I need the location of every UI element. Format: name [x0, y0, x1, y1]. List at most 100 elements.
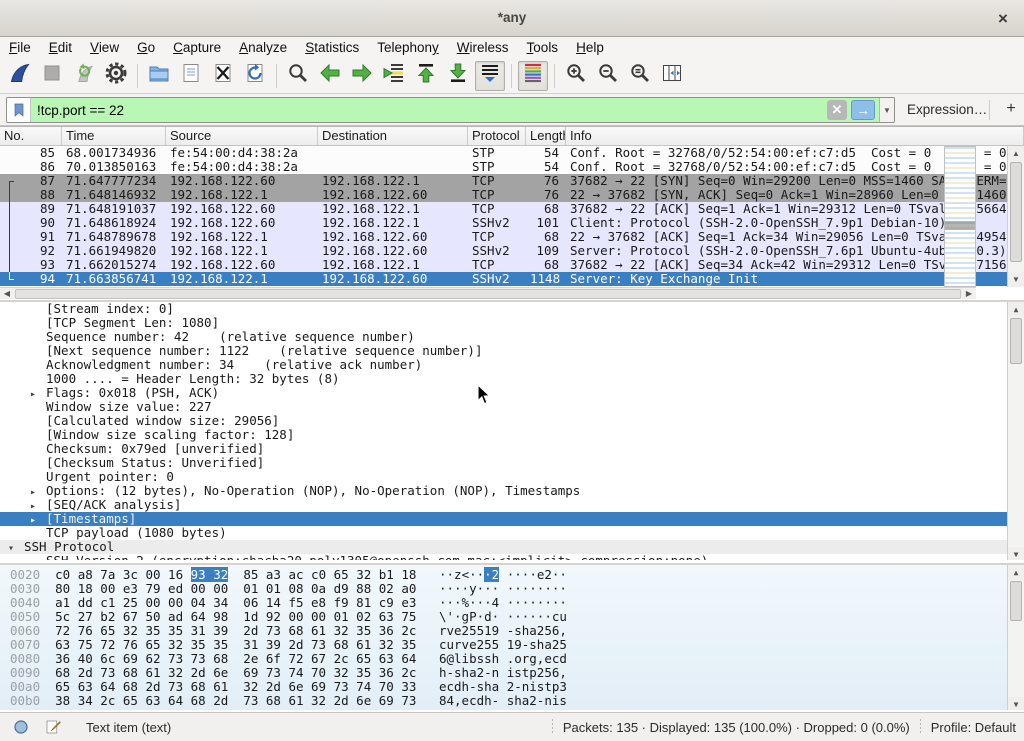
hex-row-0020[interactable]: 0020 c0 a8 7a 3c 00 16 93 32 85 a3 ac c0… — [0, 568, 1024, 582]
detail-line[interactable]: Checksum: 0x79ed [unverified] — [0, 442, 1024, 456]
scroll-up-icon[interactable]: ▲ — [1008, 146, 1024, 161]
packet-row-86[interactable]: 8670.013850163fe:54:00:d4:38:2aSTP54Conf… — [0, 160, 1024, 174]
stop-capture-button[interactable] — [37, 61, 67, 91]
column-header-time[interactable]: Time — [62, 127, 166, 145]
column-header-info[interactable]: Info — [566, 127, 1024, 145]
restart-capture-button[interactable] — [69, 61, 99, 91]
zoom-in-button[interactable] — [561, 61, 591, 91]
detail-line[interactable]: [Checksum Status: Unverified] — [0, 456, 1024, 470]
scroll-right-icon[interactable]: ▶ — [962, 289, 976, 298]
packet-row-91[interactable]: 9171.648789678192.168.122.1192.168.122.6… — [0, 230, 1024, 244]
hex-row-0040[interactable]: 0040 a1 dd c1 25 00 00 04 34 06 14 f5 e8… — [0, 596, 1024, 610]
menu-help[interactable]: Help — [567, 39, 613, 56]
capture-comment-button[interactable] — [42, 716, 64, 738]
scroll-down-icon[interactable]: ▼ — [1008, 272, 1024, 287]
packet-list-hscrollbar[interactable]: ◀ ▶ — [0, 287, 976, 299]
packet-row-89[interactable]: 8971.648191037192.168.122.60192.168.122.… — [0, 202, 1024, 216]
detail-line[interactable]: ▾SSH Protocol — [0, 540, 1024, 554]
zoom-reset-button[interactable] — [625, 61, 655, 91]
expression-button[interactable]: Expression… — [907, 102, 987, 117]
menu-telephony[interactable]: Telephony — [368, 39, 448, 56]
auto-scroll-button[interactable] — [475, 61, 505, 91]
menu-capture[interactable]: Capture — [164, 39, 230, 56]
detail-line[interactable]: ▸[SEQ/ACK analysis] — [0, 498, 1024, 512]
go-back-button[interactable] — [315, 61, 345, 91]
column-header-protocol[interactable]: Protocol — [468, 127, 526, 145]
detail-line[interactable]: [Stream index: 0] — [0, 302, 1024, 316]
scrollbar-thumb[interactable] — [1010, 581, 1022, 621]
filter-dropdown-button[interactable]: ▼ — [879, 97, 894, 123]
column-header-destination[interactable]: Destination — [318, 127, 468, 145]
menu-statistics[interactable]: Statistics — [296, 39, 368, 56]
detail-line[interactable]: ▸[Timestamps] — [0, 512, 1024, 526]
expander-closed-icon[interactable]: ▸ — [30, 486, 46, 498]
detail-line[interactable]: ▸SSH Version 2 (encryption:chacha20-poly… — [0, 554, 1024, 560]
display-filter-input[interactable]: !tcp.port == 22 — [31, 103, 827, 118]
hex-row-00b0[interactable]: 00b0 38 34 2c 65 63 64 68 2d 73 68 61 32… — [0, 694, 1024, 708]
packet-row-88[interactable]: 8871.648146932192.168.122.1192.168.122.6… — [0, 188, 1024, 202]
detail-line[interactable]: [Calculated window size: 29056] — [0, 414, 1024, 428]
scrollbar-thumb[interactable] — [1010, 318, 1022, 364]
resize-columns-button[interactable] — [657, 61, 687, 91]
packet-row-85[interactable]: 8568.001734936fe:54:00:d4:38:2aSTP54Conf… — [0, 146, 1024, 160]
expander-open-icon[interactable]: ▾ — [8, 542, 24, 554]
detail-line[interactable]: [TCP Segment Len: 1080] — [0, 316, 1024, 330]
filter-apply-button[interactable]: → — [851, 100, 875, 120]
menu-view[interactable]: View — [81, 39, 128, 56]
packet-row-87[interactable]: 8771.647777234192.168.122.60192.168.122.… — [0, 174, 1024, 188]
hex-row-0090[interactable]: 0090 68 2d 73 68 61 32 2d 6e 69 73 74 70… — [0, 666, 1024, 680]
packet-row-90[interactable]: 9071.648618924192.168.122.60192.168.122.… — [0, 216, 1024, 230]
close-button[interactable]: × — [992, 8, 1014, 30]
scroll-left-icon[interactable]: ◀ — [0, 289, 14, 298]
expander-closed-icon[interactable]: ▸ — [30, 500, 46, 512]
packet-row-93[interactable]: 9371.662015274192.168.122.60192.168.122.… — [0, 258, 1024, 272]
expander-closed-icon[interactable]: ▸ — [30, 514, 46, 526]
find-packet-button[interactable] — [283, 61, 313, 91]
display-filter-field[interactable]: !tcp.port == 22 ✕ → ▼ — [6, 97, 895, 123]
start-capture-button[interactable] — [5, 61, 35, 91]
detail-line[interactable]: TCP payload (1080 bytes) — [0, 526, 1024, 540]
expander-closed-icon[interactable]: ▸ — [30, 556, 46, 560]
hex-row-0060[interactable]: 0060 72 76 65 32 35 35 31 39 2d 73 68 61… — [0, 624, 1024, 638]
column-header-length[interactable]: Length — [526, 127, 566, 145]
colorize-button[interactable] — [518, 61, 548, 91]
menu-go[interactable]: Go — [128, 39, 164, 56]
expert-info-button[interactable] — [10, 716, 32, 738]
column-header-source[interactable]: Source — [166, 127, 318, 145]
zoom-out-button[interactable] — [593, 61, 623, 91]
hex-row-0080[interactable]: 0080 36 40 6c 69 62 73 73 68 2e 6f 72 67… — [0, 652, 1024, 666]
hscrollbar-thumb[interactable] — [15, 289, 961, 299]
detail-line[interactable]: ▸Options: (12 bytes), No-Operation (NOP)… — [0, 484, 1024, 498]
go-forward-button[interactable] — [347, 61, 377, 91]
detail-line[interactable]: [Window size scaling factor: 128] — [0, 428, 1024, 442]
detail-line[interactable]: Sequence number: 42 (relative sequence n… — [0, 330, 1024, 344]
menu-edit[interactable]: Edit — [40, 39, 81, 56]
open-file-button[interactable] — [144, 61, 174, 91]
detail-line[interactable]: Urgent pointer: 0 — [0, 470, 1024, 484]
hex-row-0070[interactable]: 0070 63 75 72 76 65 32 35 35 31 39 2d 73… — [0, 638, 1024, 652]
bytes-vscrollbar[interactable]: ▲ ▼ — [1007, 565, 1024, 710]
detail-line[interactable]: ▸Flags: 0x018 (PSH, ACK) — [0, 386, 1024, 400]
detail-line[interactable]: Acknowledgment number: 34 (relative ack … — [0, 358, 1024, 372]
reload-file-button[interactable] — [240, 61, 270, 91]
scroll-down-icon[interactable]: ▼ — [1008, 697, 1024, 710]
packet-row-94[interactable]: 9471.663856741192.168.122.1192.168.122.6… — [0, 272, 1024, 286]
close-file-button[interactable] — [208, 61, 238, 91]
scroll-down-icon[interactable]: ▼ — [1008, 547, 1024, 560]
menu-wireless[interactable]: Wireless — [448, 39, 518, 56]
capture-options-button[interactable] — [101, 61, 131, 91]
detail-line[interactable]: Window size value: 227 — [0, 400, 1024, 414]
detail-line[interactable]: [Next sequence number: 1122 (relative se… — [0, 344, 1024, 358]
packet-list-vscrollbar[interactable]: ▲ ▼ — [1007, 146, 1024, 287]
packet-list-minimap[interactable] — [944, 146, 976, 287]
hex-row-00a0[interactable]: 00a0 65 63 64 68 2d 73 68 61 32 2d 6e 69… — [0, 680, 1024, 694]
go-first-button[interactable] — [411, 61, 441, 91]
filter-bookmark-button[interactable] — [7, 98, 31, 122]
add-filter-button[interactable]: + — [1000, 98, 1022, 120]
menu-analyze[interactable]: Analyze — [230, 39, 296, 56]
detail-line[interactable]: 1000 .... = Header Length: 32 bytes (8) — [0, 372, 1024, 386]
scroll-up-icon[interactable]: ▲ — [1008, 565, 1024, 580]
packet-row-92[interactable]: 9271.661949820192.168.122.1192.168.122.6… — [0, 244, 1024, 258]
go-last-button[interactable] — [443, 61, 473, 91]
profile-label[interactable]: Profile: Default — [931, 720, 1016, 735]
